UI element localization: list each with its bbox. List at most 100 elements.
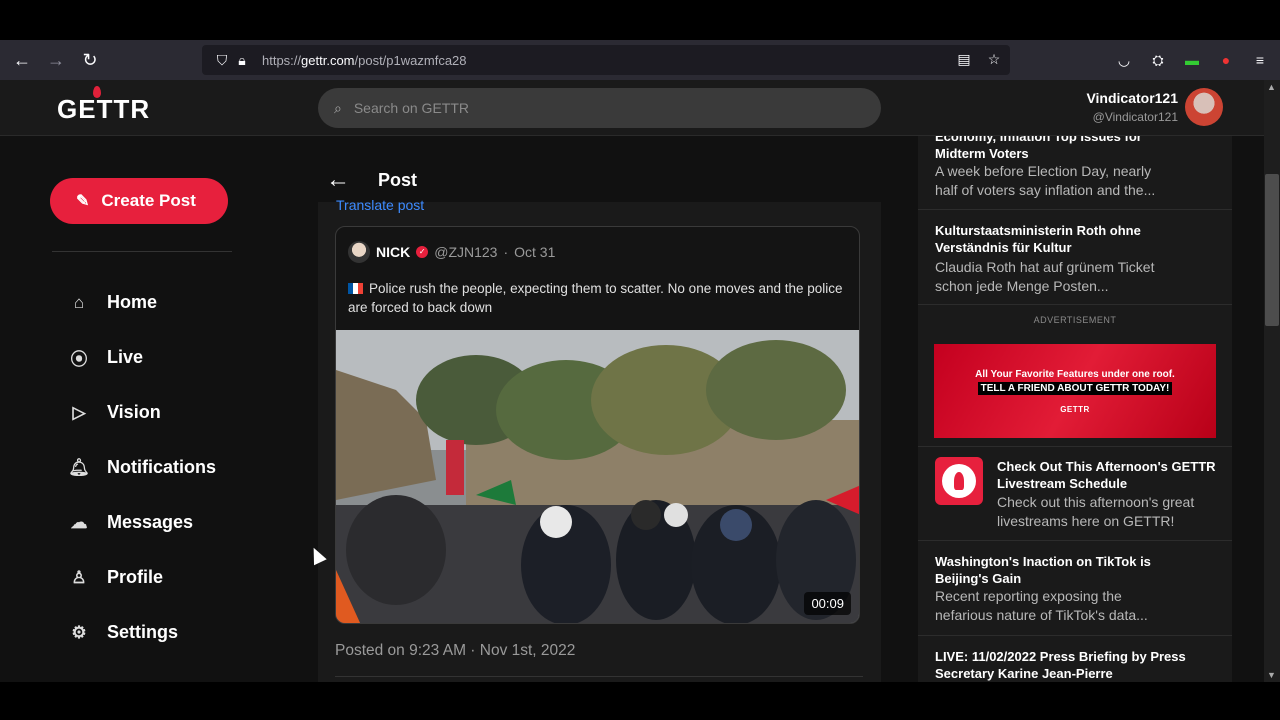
news-title: Check Out This Afternoon's GETTR Livestr…: [997, 459, 1216, 491]
url-text[interactable]: https://gettr.com/post/p1wazmfca28: [262, 53, 467, 68]
sidebar-item-live[interactable]: ⦿ Live: [68, 330, 216, 385]
quoted-avatar[interactable]: [348, 241, 370, 263]
ad-banner[interactable]: All Your Favorite Features under one roo…: [934, 344, 1216, 438]
sidebar-item-label: Messages: [107, 512, 194, 532]
page-title: Post: [378, 170, 418, 190]
sidebar-item-vision[interactable]: ▷ Vision: [68, 385, 216, 440]
ad-line1: All Your Favorite Features under one roo…: [975, 368, 1175, 380]
news-title: LIVE: 11/02/2022 Press Briefing by Press…: [935, 649, 1186, 681]
pocket-icon[interactable]: ◡: [1114, 50, 1134, 70]
reader-view-icon[interactable]: ▤: [954, 49, 974, 69]
news-item[interactable]: Kulturstaatsministerin Roth ohne Verstän…: [918, 210, 1232, 305]
flame-icon: [93, 86, 101, 98]
sidebar-divider: [52, 251, 232, 252]
news-item[interactable]: Washington's Inaction on TikTok is Beiji…: [918, 541, 1232, 636]
bookmark-star-icon[interactable]: ☆: [984, 49, 1004, 69]
bell-icon: 🔔︎: [68, 457, 90, 477]
translate-post-link[interactable]: Translate post: [336, 197, 424, 213]
quoted-post[interactable]: NICK ✓ @ZJN123 · Oct 31 Police rush the …: [335, 226, 860, 624]
divider: [335, 676, 863, 677]
scroll-up-icon[interactable]: ▲: [1267, 82, 1276, 92]
post-timestamp: Posted on 9:23 AM · Nov 1st, 2022: [335, 642, 576, 659]
gear-icon: ⚙: [71, 622, 87, 642]
gettr-logo[interactable]: GETTR: [57, 86, 150, 125]
back-arrow-icon[interactable]: ←: [326, 166, 350, 194]
quoted-text: Police rush the people, expecting them t…: [348, 279, 848, 317]
live-icon: ⦿: [70, 350, 88, 369]
post-header: ← Post: [318, 160, 881, 202]
address-bar[interactable]: ⛉ 🔒︎ https://gettr.com/post/p1wazmfca28 …: [202, 45, 1010, 75]
search-icon: ⌕: [334, 99, 342, 116]
news-desc: Recent reporting exposing the nefarious …: [935, 588, 1148, 623]
gettr-page: GETTR ⌕ Vindicator121 @Vindicator121 ✎ C…: [0, 80, 1264, 682]
ad-label: ADVERTISEMENT: [1033, 315, 1117, 325]
home-icon: ⌂: [73, 292, 85, 312]
quoted-text-content: Police rush the people, expecting them t…: [348, 281, 843, 315]
browser-toolbar: ← → ↻ ⛉ 🔒︎ https://gettr.com/post/p1wazm…: [0, 40, 1280, 80]
screen: ← → ↻ ⛉ 🔒︎ https://gettr.com/post/p1wazm…: [0, 0, 1280, 720]
sidebar-nav: ⌂ Home ⦿ Live ▷ Vision 🔔︎ Notifications ☁ Mes…: [68, 275, 216, 660]
news-title: Economy, Inflation Top Issues for Midter…: [935, 136, 1142, 161]
sidebar-item-label: Vision: [107, 402, 161, 422]
quoted-handle[interactable]: @ZJN123: [434, 244, 497, 260]
search-box[interactable]: ⌕: [318, 88, 881, 128]
sidebar-item-profile[interactable]: ♙ Profile: [68, 550, 216, 605]
avatar[interactable]: [1185, 88, 1223, 126]
user-name: Vindicator121: [1086, 90, 1178, 106]
create-post-label: Create Post: [101, 191, 196, 210]
shield-icon[interactable]: ⛉: [212, 50, 232, 70]
sidebar-item-label: Settings: [107, 622, 179, 642]
lock-icon[interactable]: 🔒︎: [232, 50, 252, 70]
sidebar-item-notifications[interactable]: 🔔︎ Notifications: [68, 440, 216, 495]
news-item[interactable]: Economy, Inflation Top Issues for Midter…: [918, 136, 1232, 210]
video-duration: 00:09: [804, 592, 851, 615]
forward-button[interactable]: →: [39, 45, 73, 75]
user-handle: @Vindicator121: [1092, 110, 1178, 124]
gettr-torch-icon: [935, 457, 983, 505]
news-item[interactable]: Check Out This Afternoon's GETTR Livestr…: [918, 446, 1232, 541]
sidebar-item-settings[interactable]: ⚙ Settings: [68, 605, 216, 660]
news-desc: A week before Election Day, nearly half …: [935, 163, 1156, 198]
page-scrollbar[interactable]: ▲ ▼: [1264, 80, 1280, 682]
news-title: Washington's Inaction on TikTok is Beiji…: [935, 554, 1151, 586]
pencil-icon: ✎: [76, 193, 90, 210]
separator: ·: [503, 244, 509, 260]
ad-logo: GETTR: [1060, 404, 1090, 414]
sidebar-item-home[interactable]: ⌂ Home: [68, 275, 216, 330]
create-post-button[interactable]: ✎ Create Post: [50, 178, 228, 224]
quoted-post-header: NICK ✓ @ZJN123 · Oct 31: [348, 241, 555, 263]
site-header: GETTR ⌕ Vindicator121 @Vindicator121: [0, 80, 1264, 136]
sidebar-item-messages[interactable]: ☁ Messages: [68, 495, 216, 550]
post-column: ← Post Translate post NICK ✓ @ZJN123 · O…: [318, 160, 881, 682]
search-input[interactable]: [353, 100, 834, 116]
video-player[interactable]: 00:09: [336, 330, 859, 623]
right-sidebar: Economy, Inflation Top Issues for Midter…: [918, 136, 1232, 682]
news-item[interactable]: LIVE: 11/02/2022 Press Briefing by Press…: [918, 636, 1232, 682]
scroll-down-icon[interactable]: ▼: [1267, 670, 1276, 680]
news-title: Kulturstaatsministerin Roth ohne Verstän…: [935, 223, 1141, 255]
news-desc: Check out this afternoon's great livestr…: [997, 494, 1195, 529]
profile-icon: ♙: [71, 567, 87, 587]
green-extension-icon[interactable]: ▬: [1182, 50, 1202, 70]
news-desc: Claudia Roth hat auf grünem Ticket schon…: [935, 259, 1155, 294]
sidebar-item-label: Profile: [107, 567, 164, 587]
france-flag-icon: [348, 283, 363, 294]
user-info[interactable]: Vindicator121 @Vindicator121: [1086, 90, 1178, 124]
quoted-name[interactable]: NICK: [376, 244, 410, 260]
quoted-date: Oct 31: [514, 244, 556, 260]
scroll-thumb[interactable]: [1265, 174, 1279, 326]
sidebar-item-label: Live: [107, 347, 144, 367]
menu-icon[interactable]: ≡: [1250, 50, 1270, 70]
video-frame: [336, 330, 859, 623]
red-extension-icon[interactable]: ●: [1216, 50, 1236, 70]
back-button[interactable]: ←: [5, 45, 39, 75]
extension-icon[interactable]: ⛭: [1148, 50, 1168, 70]
post-body: Translate post NICK ✓ @ZJN123 · Oct 31 P…: [318, 197, 881, 682]
vision-icon: ▷: [72, 402, 86, 422]
messages-icon: ☁: [70, 512, 88, 532]
sidebar-item-label: Home: [107, 292, 158, 312]
reload-button[interactable]: ↻: [73, 45, 107, 75]
verified-icon: ✓: [416, 246, 429, 258]
sidebar-item-label: Notifications: [107, 457, 217, 477]
ad-line2: TELL A FRIEND ABOUT GETTR TODAY!: [977, 381, 1173, 395]
